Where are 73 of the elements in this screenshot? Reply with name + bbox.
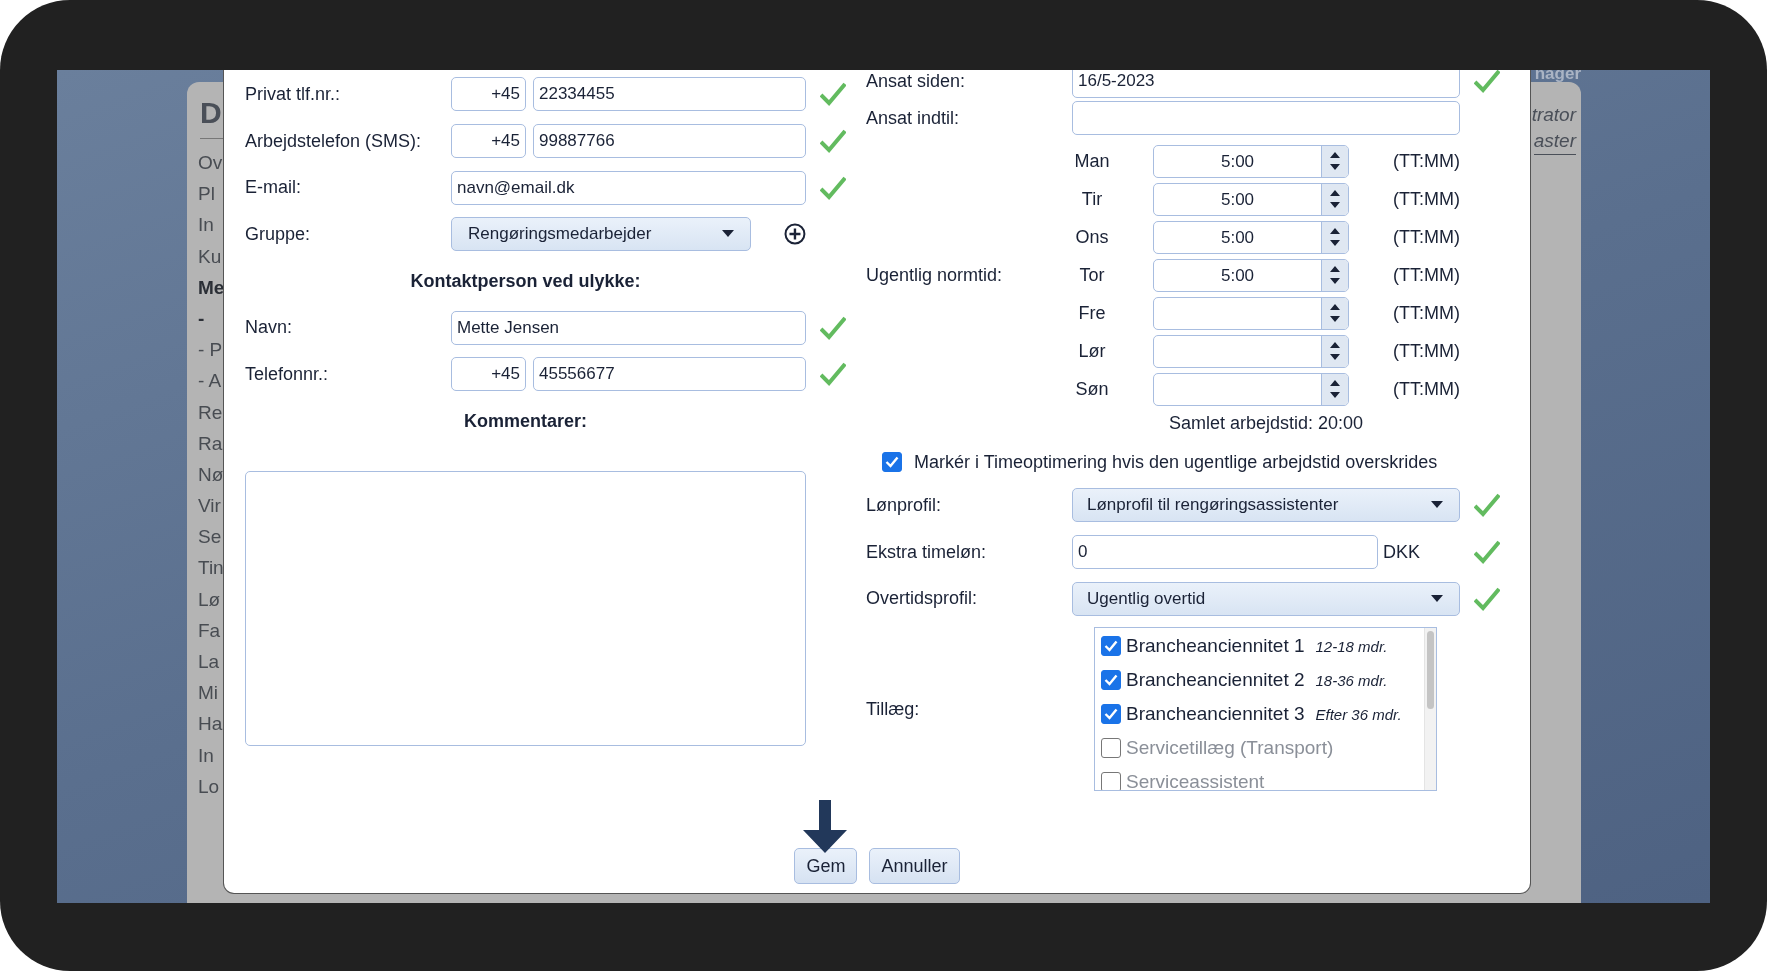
duration-note: 12-18 mdr.	[1315, 637, 1388, 655]
checkbox-label: Brancheanciennitet 3	[1126, 703, 1305, 726]
time-spinner[interactable]: 5:00	[1153, 258, 1349, 292]
total-text: Samlet arbejdstid: 20:00	[1168, 412, 1364, 434]
field-label: Ansat siden:	[866, 70, 967, 92]
user-text: trator	[1531, 103, 1576, 127]
field-label: Ugentlig normtid:	[866, 264, 1004, 286]
country-code-field[interactable]: +45	[451, 357, 526, 392]
country-code-field[interactable]: +45	[451, 77, 526, 112]
checkbox[interactable]	[1101, 772, 1121, 791]
field-label: Ekstra timeløn:	[866, 541, 988, 563]
day-label: Man	[1073, 150, 1111, 172]
duration-note: 18-36 mdr.	[1315, 671, 1388, 689]
day-label: Tor	[1078, 264, 1106, 286]
group-dropdown[interactable]: Rengøringsmedarbejder	[451, 217, 752, 252]
field-label: Telefonnr.:	[245, 363, 330, 385]
section-heading: Kontaktperson ved ulykke:	[410, 270, 641, 292]
checkbox[interactable]	[882, 452, 902, 472]
day-label: Tir	[1080, 188, 1104, 210]
date-field[interactable]	[1072, 101, 1460, 135]
checkbox-label: Brancheanciennitet 2	[1126, 669, 1305, 692]
phone-field[interactable]: 22334455	[533, 77, 806, 112]
caret-icon	[722, 230, 735, 239]
unit-label: (TT:MM)	[1392, 264, 1460, 286]
time-spinner[interactable]: 5:00	[1153, 182, 1349, 216]
checkbox-label: Serviceassistent	[1126, 771, 1265, 791]
field-label: Overtidsprofil:	[866, 588, 979, 610]
field-label: Ansat indtil:	[866, 107, 961, 129]
checkbox[interactable]	[1101, 738, 1121, 759]
date-field[interactable]: 16/5-2023	[1072, 70, 1460, 98]
field-label: Gruppe:	[245, 223, 312, 245]
text-field[interactable]: Mette Jensen	[451, 310, 806, 345]
field-label: Lønprofil:	[866, 494, 943, 516]
caret-icon	[1431, 594, 1443, 603]
unit-label: (TT:MM)	[1392, 378, 1460, 400]
dropdown[interactable]: Lønprofil til rengøringsassistenter	[1072, 488, 1460, 523]
duration-note: Efter 36 mdr.	[1315, 705, 1402, 723]
day-label: Lør	[1077, 340, 1107, 362]
header-text: nager	[1534, 70, 1581, 83]
scrollbar[interactable]	[1424, 628, 1436, 791]
time-spinner[interactable]: 5:00	[1153, 220, 1349, 254]
unit-label: (TT:MM)	[1392, 340, 1460, 362]
comments-field[interactable]	[245, 470, 806, 746]
day-label: Ons	[1074, 226, 1110, 248]
caret-icon	[1431, 501, 1443, 510]
currency-label: DKK	[1383, 541, 1420, 563]
phone-field[interactable]: 99887766	[533, 124, 806, 159]
unit-label: (TT:MM)	[1392, 150, 1460, 172]
day-label: Søn	[1074, 378, 1110, 400]
day-label: Fre	[1077, 302, 1107, 324]
checkbox-label: Markér i Timeoptimering hvis den ugentlige arbejdstid overskrides	[914, 451, 1438, 473]
field-label: Tillæg:	[866, 698, 921, 720]
checkbox-label: Brancheanciennitet 1	[1126, 635, 1305, 658]
checkbox-label: Servicetillæg (Transport)	[1126, 737, 1334, 760]
time-spinner[interactable]: 5:00	[1153, 144, 1349, 178]
amount-field[interactable]: 0	[1072, 535, 1378, 570]
text-field[interactable]: navn@email.dk	[451, 170, 806, 205]
dropdown[interactable]: Ugentlig overtid	[1072, 581, 1460, 616]
field-label: Navn:	[245, 317, 294, 339]
checkbox[interactable]	[1101, 704, 1121, 725]
field-label: E-mail:	[245, 177, 302, 199]
unit-label: (TT:MM)	[1392, 226, 1460, 248]
add-icon[interactable]	[784, 223, 806, 246]
dialog-button[interactable]: Annuller	[869, 848, 960, 884]
user-text: aster	[1533, 128, 1576, 155]
checkbox[interactable]	[1101, 670, 1121, 691]
phone-field[interactable]: 45556677	[533, 357, 806, 392]
country-code-field[interactable]: +45	[451, 124, 526, 159]
unit-label: (TT:MM)	[1392, 188, 1460, 210]
dialog-button[interactable]: Gem	[794, 848, 858, 884]
checkbox[interactable]	[1101, 636, 1121, 657]
section-heading: Kommentarer:	[464, 410, 587, 432]
unit-label: (TT:MM)	[1392, 302, 1460, 324]
